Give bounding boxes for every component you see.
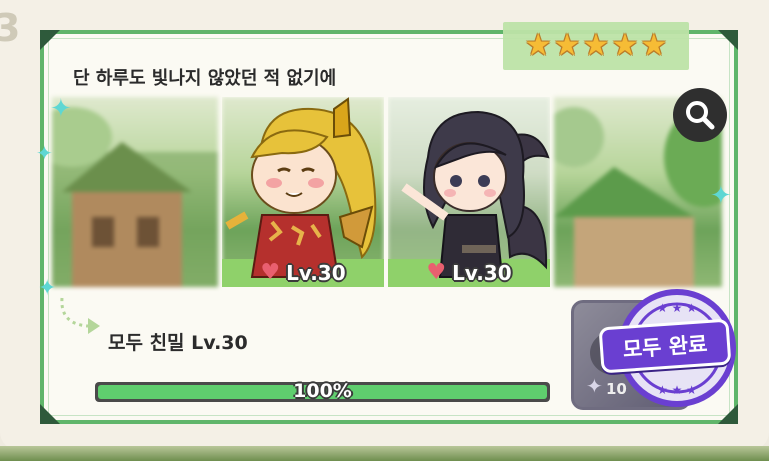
all-complete-stamp: 모두 완료 bbox=[598, 318, 732, 374]
star-icon: ★ bbox=[553, 28, 581, 63]
level-label: Lv.30 bbox=[286, 261, 346, 285]
star-icon: ★ bbox=[524, 28, 552, 63]
zoom-search-button[interactable] bbox=[673, 88, 727, 142]
search-icon bbox=[686, 101, 715, 130]
sparkle-icon: ✦ bbox=[36, 141, 53, 165]
affinity-level-badge: ♥ Lv.30 bbox=[222, 261, 384, 285]
heart-icon: ♥ bbox=[260, 260, 281, 285]
level-label: Lv.30 bbox=[452, 261, 512, 285]
mission-description: 모두 친밀 Lv.30 bbox=[108, 332, 248, 354]
sparkle-icon: ✦ bbox=[38, 276, 57, 301]
previous-card-number: 3 bbox=[0, 6, 21, 50]
progress-label: 100% bbox=[293, 380, 352, 402]
frame-corner bbox=[718, 30, 738, 50]
frame-corner bbox=[40, 30, 60, 50]
blurred-scene-left bbox=[52, 97, 218, 287]
star-icon: ★ bbox=[640, 28, 668, 63]
heart-icon: ♥ bbox=[426, 260, 447, 285]
card-title: 단 하루도 빛나지 않았던 적 없기에 bbox=[73, 68, 337, 89]
star-icon: ★ bbox=[611, 28, 639, 63]
character-gallery: ♥ Lv.30 ♥ Lv.30 bbox=[52, 97, 722, 287]
frame-corner bbox=[40, 404, 60, 424]
affinity-level-badge: ♥ Lv.30 bbox=[388, 261, 550, 285]
svg-text:✦: ✦ bbox=[586, 374, 603, 398]
dotted-arrow-icon bbox=[60, 297, 100, 334]
character-illustration-blond bbox=[225, 97, 377, 278]
character-illustration-dark bbox=[401, 110, 550, 278]
sparkle-icon: ✦ bbox=[710, 181, 732, 211]
star-icon: ★ bbox=[582, 28, 610, 63]
sparkle-icon: ✦ bbox=[50, 94, 72, 124]
svg-text:★ ★ ★: ★ ★ ★ bbox=[657, 301, 697, 315]
bottom-strip bbox=[0, 446, 769, 461]
character-card-2[interactable]: ♥ Lv.30 bbox=[388, 97, 550, 287]
svg-text:★ ★ ★: ★ ★ ★ bbox=[657, 383, 697, 397]
character-card-1[interactable]: ♥ Lv.30 bbox=[222, 97, 384, 287]
star-rating: ★ ★ ★ ★ ★ bbox=[503, 22, 689, 70]
